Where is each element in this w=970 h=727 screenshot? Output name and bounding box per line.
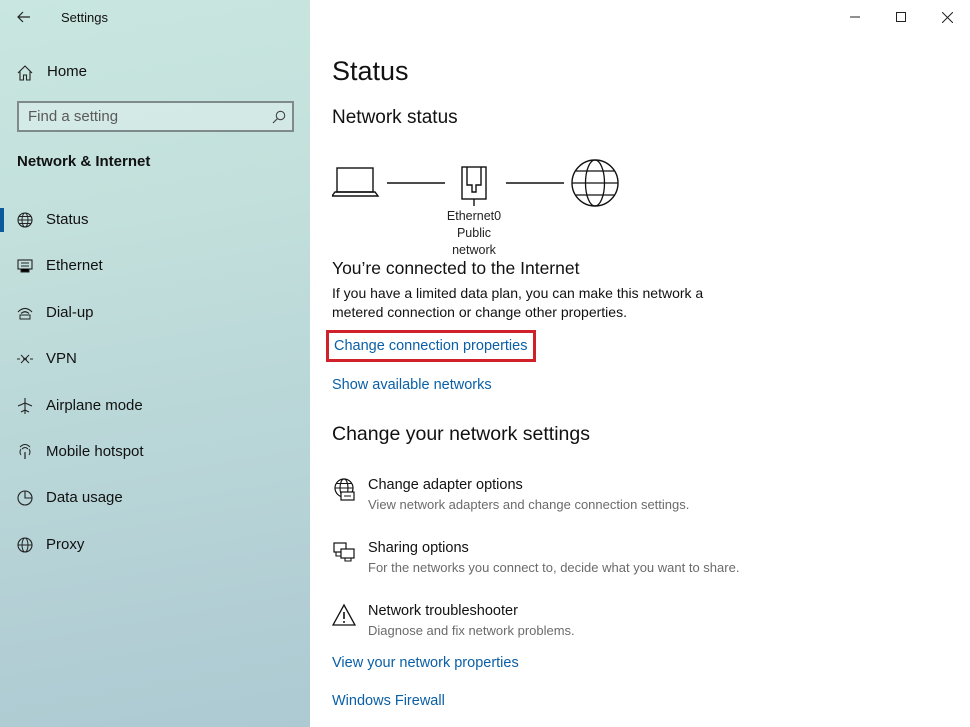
change-connection-properties-link[interactable]: Change connection properties	[334, 338, 527, 354]
hotspot-icon	[19, 443, 31, 459]
sidebar-item-label: Proxy	[46, 535, 85, 553]
sidebar-item-vpn[interactable]: VPN	[0, 339, 310, 385]
sidebar-section-title: Network & Internet	[17, 153, 151, 170]
minimize-icon	[850, 16, 860, 18]
search-icon[interactable]	[271, 109, 287, 125]
network-diagram: Ethernet0 Public network	[332, 158, 632, 257]
adapter-globe-icon	[334, 478, 355, 501]
vpn-icon	[17, 354, 33, 364]
sidebar-home[interactable]: Home	[0, 56, 310, 88]
maximize-icon	[896, 12, 906, 22]
network-status-heading: Network status	[332, 107, 458, 128]
ethernet-port-icon	[461, 166, 487, 206]
sidebar-item-status[interactable]: Status	[0, 200, 310, 246]
back-arrow-icon	[17, 11, 30, 23]
close-icon	[941, 11, 953, 23]
sidebar-item-label: Dial-up	[46, 303, 94, 321]
dialup-icon	[17, 307, 33, 320]
internet-globe-icon	[571, 159, 619, 207]
sidebar-item-proxy[interactable]: Proxy	[0, 525, 310, 571]
minimize-button[interactable]	[832, 0, 878, 34]
network-troubleshooter[interactable]: Network troubleshooter Diagnose and fix …	[332, 603, 832, 653]
connection-status-title: You’re connected to the Internet	[332, 258, 580, 278]
search-box	[17, 101, 294, 132]
sidebar-item-airplane[interactable]: Airplane mode	[0, 386, 310, 432]
app-title: Settings	[61, 10, 108, 25]
setting-name: Sharing options	[368, 540, 469, 556]
setting-desc: View network adapters and change connect…	[368, 497, 690, 512]
page-title: Status	[332, 56, 409, 86]
airplane-icon	[17, 397, 33, 414]
data-usage-icon	[17, 490, 33, 506]
sidebar-item-dialup[interactable]: Dial-up	[0, 293, 310, 339]
sidebar-item-label: Data usage	[46, 489, 123, 507]
laptop-icon	[332, 167, 380, 197]
back-button[interactable]	[10, 4, 38, 30]
window-controls	[832, 0, 970, 34]
sidebar-item-data-usage[interactable]: Data usage	[0, 478, 310, 524]
view-network-properties-link[interactable]: View your network properties	[332, 655, 519, 671]
search-input[interactable]	[19, 103, 259, 130]
sidebar-item-label: Ethernet	[46, 257, 103, 275]
sharing-options[interactable]: Sharing options For the networks you con…	[332, 540, 832, 590]
sharing-icon	[333, 542, 355, 562]
change-properties-highlight: Change connection properties	[326, 330, 536, 362]
close-button[interactable]	[924, 0, 970, 34]
sidebar-item-label: Mobile hotspot	[46, 442, 144, 460]
change-settings-heading: Change your network settings	[332, 423, 590, 445]
sidebar-home-label: Home	[47, 63, 88, 80]
adapter-caption: Ethernet0 Public network	[434, 208, 514, 259]
windows-firewall-link[interactable]: Windows Firewall	[332, 693, 445, 709]
connection-status-desc: If you have a limited data plan, you can…	[332, 285, 704, 320]
globe-icon	[17, 212, 33, 228]
sidebar-item-label: Status	[46, 211, 89, 228]
setting-name: Network troubleshooter	[368, 603, 518, 619]
setting-desc: Diagnose and fix network problems.	[368, 623, 575, 638]
proxy-icon	[17, 537, 33, 553]
sidebar-nav: Status Ethernet Dial-up VPN Airplane mod…	[0, 200, 310, 571]
warning-icon	[332, 603, 356, 626]
titlebar-left: Settings	[0, 0, 310, 36]
ethernet-icon	[17, 259, 33, 273]
change-adapter-options[interactable]: Change adapter options View network adap…	[332, 477, 832, 527]
maximize-button[interactable]	[878, 0, 924, 34]
active-indicator	[0, 208, 4, 232]
setting-desc: For the networks you connect to, decide …	[368, 560, 740, 575]
sidebar: Settings Home Network & Internet Status	[0, 0, 310, 727]
sidebar-item-label: VPN	[46, 350, 77, 368]
main-content: Status Network status Ethernet0 Public n…	[310, 0, 970, 727]
sidebar-item-label: Airplane mode	[46, 396, 143, 414]
home-icon	[17, 65, 33, 81]
sidebar-item-hotspot[interactable]: Mobile hotspot	[0, 432, 310, 478]
network-type: Public network	[452, 226, 496, 257]
setting-name: Change adapter options	[368, 477, 523, 493]
show-available-networks-link[interactable]: Show available networks	[332, 377, 492, 393]
sidebar-item-ethernet[interactable]: Ethernet	[0, 246, 310, 292]
adapter-name: Ethernet0	[446, 209, 502, 223]
